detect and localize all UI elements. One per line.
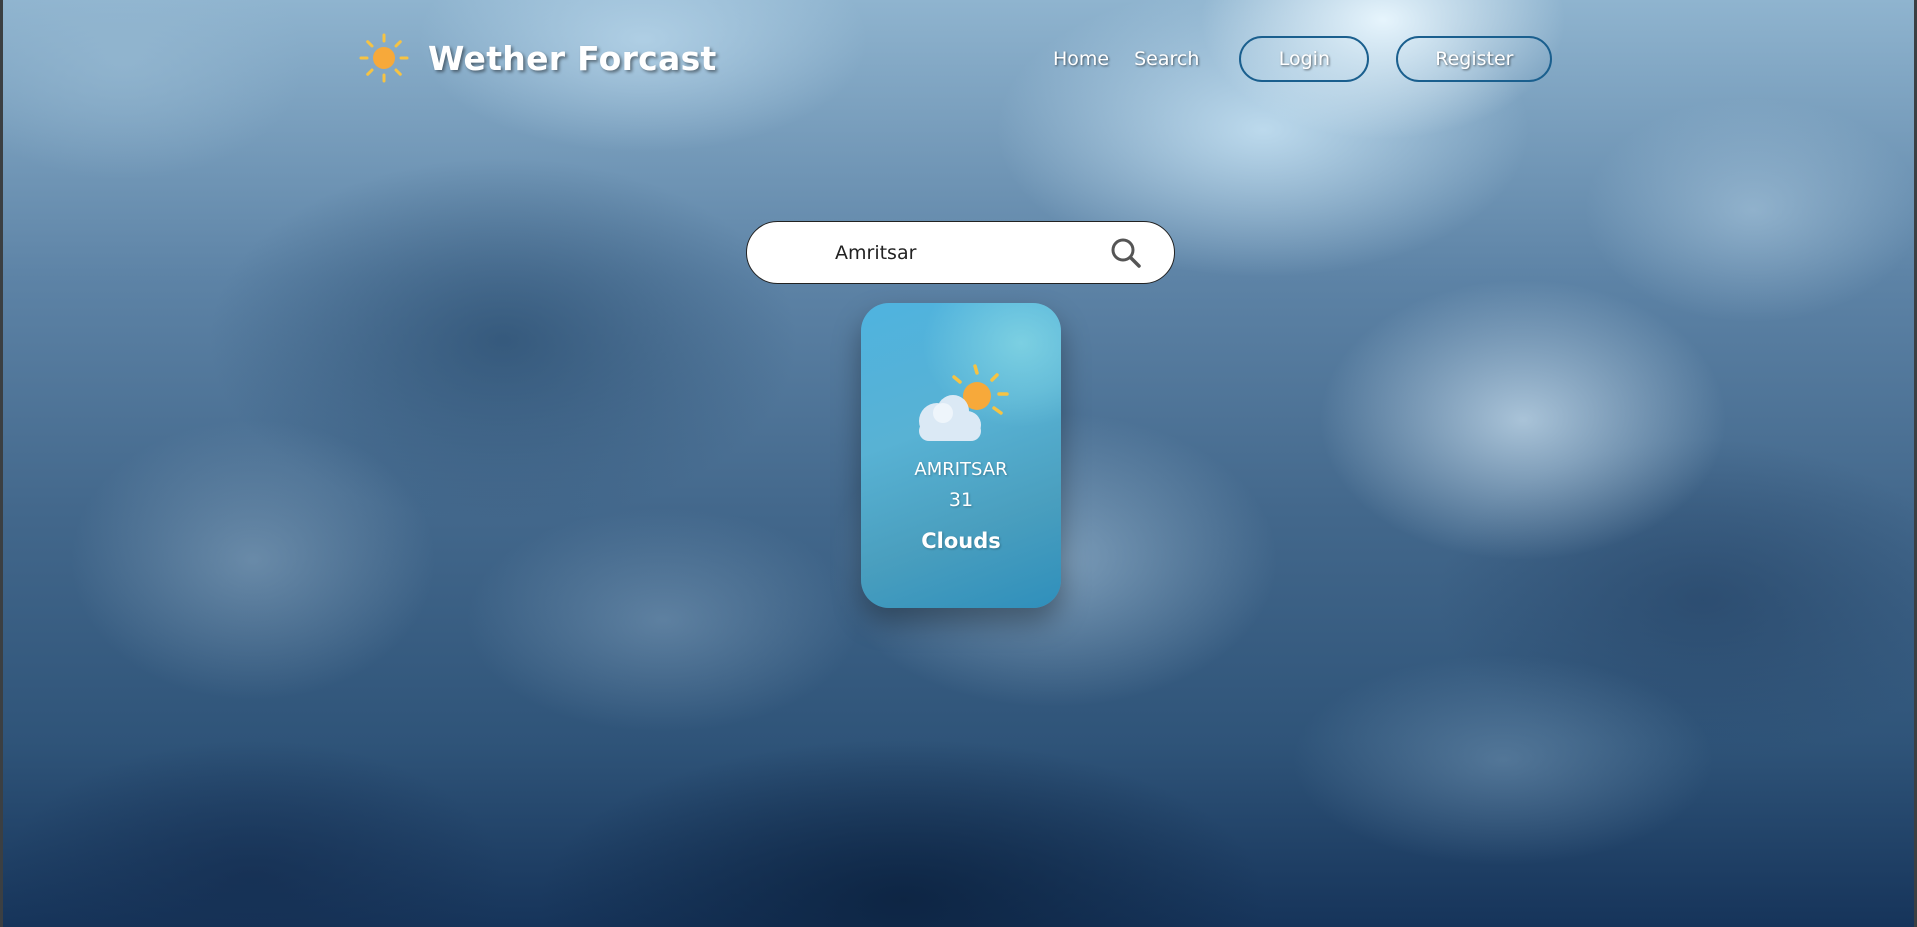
- header: Wether Forcast Home Search Login Registe…: [3, 0, 1914, 110]
- temperature: 31: [948, 489, 974, 511]
- search-icon[interactable]: [1110, 237, 1142, 269]
- search-bar: [746, 221, 1175, 284]
- sun-icon: [359, 33, 409, 83]
- search-input[interactable]: [833, 240, 1087, 265]
- main-nav: Home Search Login Register: [1053, 35, 1553, 83]
- weather-card: AMRITSAR 31 Clouds: [861, 303, 1061, 608]
- login-button[interactable]: Login: [1239, 36, 1370, 82]
- brand-title: Wether Forcast: [428, 38, 717, 78]
- weather-condition: Clouds: [921, 529, 1001, 553]
- app-window: Wether Forcast Home Search Login Registe…: [0, 0, 1917, 927]
- city-name: AMRITSAR: [914, 459, 1008, 480]
- nav-home-link[interactable]: Home: [1053, 35, 1109, 83]
- partly-cloudy-icon: [919, 364, 1009, 441]
- brand[interactable]: Wether Forcast: [358, 32, 717, 84]
- nav-search-link[interactable]: Search: [1134, 35, 1199, 83]
- register-button[interactable]: Register: [1396, 36, 1553, 82]
